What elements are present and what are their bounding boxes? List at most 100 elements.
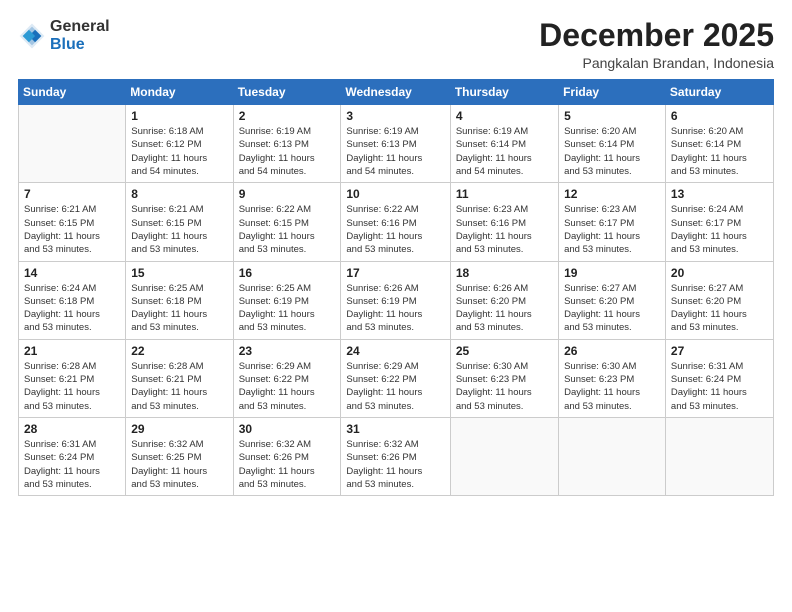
table-cell: 2Sunrise: 6:19 AMSunset: 6:13 PMDaylight…	[233, 105, 341, 183]
day-info: Sunrise: 6:29 AMSunset: 6:22 PMDaylight:…	[239, 360, 336, 413]
day-info: Sunrise: 6:20 AMSunset: 6:14 PMDaylight:…	[564, 125, 660, 178]
table-cell: 16Sunrise: 6:25 AMSunset: 6:19 PMDayligh…	[233, 261, 341, 339]
day-number: 21	[24, 344, 120, 358]
col-friday: Friday	[559, 80, 666, 105]
table-cell	[19, 105, 126, 183]
table-cell: 27 Sunrise: 6:31 AMSunset: 6:24 PMDayligh…	[665, 339, 773, 417]
calendar-week-row: 28 Sunrise: 6:31 AMSunset: 6:24 PMDayligh…	[19, 417, 774, 495]
table-cell: 12Sunrise: 6:23 AMSunset: 6:17 PMDayligh…	[559, 183, 666, 261]
table-cell: 18 Sunrise: 6:26 AMSunset: 6:20 PMDayligh…	[450, 261, 558, 339]
day-info: Sunrise: 6:31 AMSunset: 6:24 PMDaylight:…	[671, 360, 768, 413]
day-number: 30	[239, 422, 336, 436]
table-cell: 23 Sunrise: 6:29 AMSunset: 6:22 PMDayligh…	[233, 339, 341, 417]
day-info: Sunrise: 6:27 AMSunset: 6:20 PMDaylight:…	[564, 282, 660, 335]
table-cell: 28 Sunrise: 6:31 AMSunset: 6:24 PMDayligh…	[19, 417, 126, 495]
table-cell: 6 Sunrise: 6:20 AMSunset: 6:14 PMDaylight…	[665, 105, 773, 183]
table-cell: 14 Sunrise: 6:24 AMSunset: 6:18 PMDayligh…	[19, 261, 126, 339]
day-number: 25	[456, 344, 553, 358]
day-info: Sunrise: 6:24 AMSunset: 6:18 PMDaylight:…	[24, 282, 120, 335]
table-cell: 22 Sunrise: 6:28 AMSunset: 6:21 PMDayligh…	[126, 339, 233, 417]
day-info: Sunrise: 6:29 AMSunset: 6:22 PMDaylight:…	[346, 360, 444, 413]
day-number: 14	[24, 266, 120, 280]
calendar-week-row: 1Sunrise: 6:18 AMSunset: 6:12 PMDaylight…	[19, 105, 774, 183]
table-cell	[559, 417, 666, 495]
day-number: 20	[671, 266, 768, 280]
logo-icon	[18, 22, 46, 50]
calendar: Sunday Monday Tuesday Wednesday Thursday…	[18, 79, 774, 496]
table-cell: 13 Sunrise: 6:24 AMSunset: 6:17 PMDayligh…	[665, 183, 773, 261]
day-info: Sunrise: 6:24 AMSunset: 6:17 PMDaylight:…	[671, 203, 768, 256]
col-wednesday: Wednesday	[341, 80, 450, 105]
day-number: 24	[346, 344, 444, 358]
table-cell: 24 Sunrise: 6:29 AMSunset: 6:22 PMDayligh…	[341, 339, 450, 417]
header: General Blue December 2025 Pangkalan Bra…	[18, 18, 774, 71]
day-number: 9	[239, 187, 336, 201]
day-number: 6	[671, 109, 768, 123]
table-cell: 19 Sunrise: 6:27 AMSunset: 6:20 PMDayligh…	[559, 261, 666, 339]
day-info: Sunrise: 6:21 AMSunset: 6:15 PMDaylight:…	[131, 203, 227, 256]
table-cell: 1Sunrise: 6:18 AMSunset: 6:12 PMDaylight…	[126, 105, 233, 183]
table-cell: 20 Sunrise: 6:27 AMSunset: 6:20 PMDayligh…	[665, 261, 773, 339]
page: General Blue December 2025 Pangkalan Bra…	[0, 0, 792, 612]
logo-general: General	[50, 18, 110, 36]
day-info: Sunrise: 6:23 AMSunset: 6:16 PMDaylight:…	[456, 203, 553, 256]
day-number: 2	[239, 109, 336, 123]
day-info: Sunrise: 6:28 AMSunset: 6:21 PMDaylight:…	[131, 360, 227, 413]
day-number: 23	[239, 344, 336, 358]
calendar-header-row: Sunday Monday Tuesday Wednesday Thursday…	[19, 80, 774, 105]
day-info: Sunrise: 6:22 AMSunset: 6:16 PMDaylight:…	[346, 203, 444, 256]
day-info: Sunrise: 6:20 AMSunset: 6:14 PMDaylight:…	[671, 125, 768, 178]
calendar-week-row: 7 Sunrise: 6:21 AMSunset: 6:15 PMDaylight…	[19, 183, 774, 261]
table-cell: 30 Sunrise: 6:32 AMSunset: 6:26 PMDayligh…	[233, 417, 341, 495]
day-number: 31	[346, 422, 444, 436]
table-cell: 9 Sunrise: 6:22 AMSunset: 6:15 PMDaylight…	[233, 183, 341, 261]
day-info: Sunrise: 6:31 AMSunset: 6:24 PMDaylight:…	[24, 438, 120, 491]
day-info: Sunrise: 6:32 AMSunset: 6:25 PMDaylight:…	[131, 438, 227, 491]
logo: General Blue	[18, 18, 110, 53]
day-number: 19	[564, 266, 660, 280]
day-info: Sunrise: 6:19 AMSunset: 6:14 PMDaylight:…	[456, 125, 553, 178]
day-number: 15	[131, 266, 227, 280]
day-number: 28	[24, 422, 120, 436]
logo-text: General Blue	[50, 18, 110, 53]
day-number: 26	[564, 344, 660, 358]
day-number: 7	[24, 187, 120, 201]
day-number: 13	[671, 187, 768, 201]
table-cell: 26Sunrise: 6:30 AMSunset: 6:23 PMDayligh…	[559, 339, 666, 417]
table-cell: 25 Sunrise: 6:30 AMSunset: 6:23 PMDayligh…	[450, 339, 558, 417]
title-block: December 2025 Pangkalan Brandan, Indones…	[539, 18, 774, 71]
table-cell: 10 Sunrise: 6:22 AMSunset: 6:16 PMDayligh…	[341, 183, 450, 261]
day-number: 11	[456, 187, 553, 201]
col-thursday: Thursday	[450, 80, 558, 105]
day-number: 4	[456, 109, 553, 123]
col-saturday: Saturday	[665, 80, 773, 105]
table-cell: 7Sunrise: 6:21 AMSunset: 6:15 PMDaylight…	[19, 183, 126, 261]
table-cell: 3 Sunrise: 6:19 AMSunset: 6:13 PMDaylight…	[341, 105, 450, 183]
day-number: 1	[131, 109, 227, 123]
day-number: 22	[131, 344, 227, 358]
day-number: 3	[346, 109, 444, 123]
day-info: Sunrise: 6:19 AMSunset: 6:13 PMDaylight:…	[346, 125, 444, 178]
day-info: Sunrise: 6:22 AMSunset: 6:15 PMDaylight:…	[239, 203, 336, 256]
day-info: Sunrise: 6:26 AMSunset: 6:19 PMDaylight:…	[346, 282, 444, 335]
day-info: Sunrise: 6:26 AMSunset: 6:20 PMDaylight:…	[456, 282, 553, 335]
day-info: Sunrise: 6:30 AMSunset: 6:23 PMDaylight:…	[456, 360, 553, 413]
table-cell: 21Sunrise: 6:28 AMSunset: 6:21 PMDayligh…	[19, 339, 126, 417]
day-number: 5	[564, 109, 660, 123]
day-number: 27	[671, 344, 768, 358]
day-info: Sunrise: 6:23 AMSunset: 6:17 PMDaylight:…	[564, 203, 660, 256]
table-cell: 5 Sunrise: 6:20 AMSunset: 6:14 PMDaylight…	[559, 105, 666, 183]
day-info: Sunrise: 6:25 AMSunset: 6:19 PMDaylight:…	[239, 282, 336, 335]
table-cell: 8Sunrise: 6:21 AMSunset: 6:15 PMDaylight…	[126, 183, 233, 261]
day-info: Sunrise: 6:27 AMSunset: 6:20 PMDaylight:…	[671, 282, 768, 335]
table-cell: 11 Sunrise: 6:23 AMSunset: 6:16 PMDayligh…	[450, 183, 558, 261]
day-number: 29	[131, 422, 227, 436]
day-number: 18	[456, 266, 553, 280]
logo-blue: Blue	[50, 36, 110, 54]
day-number: 10	[346, 187, 444, 201]
day-info: Sunrise: 6:32 AMSunset: 6:26 PMDaylight:…	[239, 438, 336, 491]
day-number: 17	[346, 266, 444, 280]
day-info: Sunrise: 6:32 AMSunset: 6:26 PMDaylight:…	[346, 438, 444, 491]
col-tuesday: Tuesday	[233, 80, 341, 105]
col-sunday: Sunday	[19, 80, 126, 105]
